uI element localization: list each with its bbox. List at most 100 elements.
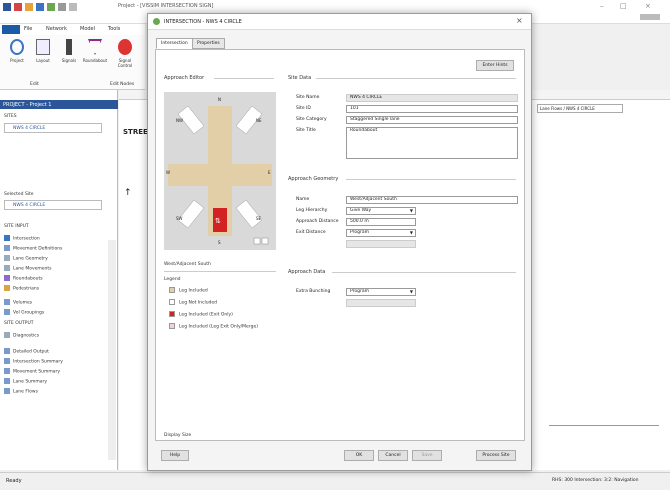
item-label: Vol Groupings — [13, 310, 45, 316]
new-icon[interactable] — [14, 3, 22, 11]
input-item-vol-groupings[interactable]: Vol Groupings — [4, 309, 44, 316]
tab-lane-flows[interactable]: Lane Flows / NWS 4 CIRCLE — [537, 104, 623, 113]
approach-name-field[interactable]: West/Adjacent South — [346, 196, 518, 204]
panel-scrollbar[interactable] — [108, 240, 116, 460]
tab-intersection[interactable]: Intersection — [156, 38, 193, 49]
zoom-out-icon[interactable] — [261, 237, 269, 245]
tab-network[interactable]: Network — [46, 26, 67, 32]
selected-approach-text: West/Adjacent South — [164, 262, 211, 267]
approach-distance-field[interactable]: 500.0 m — [346, 218, 416, 226]
exit-distance-select[interactable]: Program ▼ — [346, 229, 416, 237]
save-button[interactable]: Save — [412, 450, 442, 461]
cancel-button[interactable]: Cancel — [378, 450, 408, 461]
input-item-intersection[interactable]: Intersection — [4, 235, 40, 242]
layout-button[interactable]: Layout — [30, 39, 56, 87]
tab-label-site: NWS 4 CIRCLE — [566, 106, 595, 111]
output-item-lane-flows[interactable]: Lane Flows — [4, 388, 38, 395]
exit-distance-label: Exit Distance — [296, 230, 326, 235]
extra-bunching-select[interactable]: Program ▼ — [346, 288, 416, 296]
site-name-field[interactable]: NWS 4 CIRCLE — [346, 94, 518, 102]
item-label: Lane Summary — [13, 379, 48, 385]
user-icon[interactable] — [640, 14, 660, 20]
process-site-button[interactable]: Process Site — [476, 450, 516, 461]
maximize-icon[interactable]: □ — [620, 2, 627, 10]
customize-icon[interactable] — [69, 3, 77, 11]
detailed-output-icon — [4, 348, 10, 354]
dialog-app-icon — [153, 18, 160, 25]
approach-geometry-label: Approach Geometry — [288, 176, 339, 182]
signals-button[interactable]: Signals — [56, 39, 82, 87]
extra-bunching-label: Extra Bunching — [296, 289, 331, 294]
enter-hints-button[interactable]: Enter Hints — [476, 60, 514, 71]
legend-label: Leg Not Included — [179, 300, 218, 306]
legend-swatch — [169, 311, 175, 317]
open-icon[interactable] — [25, 3, 33, 11]
file-tab[interactable] — [2, 25, 20, 34]
site-category-field[interactable]: Staggered Single lane — [346, 116, 518, 124]
site-output-label: SITE OUTPUT — [4, 321, 34, 326]
input-item-movement-definitions[interactable]: Movement Definitions — [4, 245, 62, 252]
exit-distance-readonly — [346, 240, 416, 248]
ribbon-tabs: File Network Model Tools — [0, 24, 145, 35]
output-item-detailed-output[interactable]: Detailed Output — [4, 348, 49, 355]
help-button[interactable]: Help — [161, 450, 189, 461]
signal-icon — [66, 39, 72, 55]
ok-button[interactable]: OK — [344, 450, 374, 461]
roundabout-button[interactable]: Roundabout — [82, 39, 108, 87]
chevron-down-icon: ▼ — [409, 208, 413, 213]
site-selector[interactable]: NWS 4 CIRCLE — [4, 123, 102, 133]
undo-icon[interactable] — [47, 3, 55, 11]
status-bar: Ready RHS: 300 Intersection: 3:2: Naviga… — [0, 472, 670, 490]
tab-properties[interactable]: Properties — [192, 38, 225, 49]
tab-label: Lane Flows — [540, 106, 563, 111]
leg-hierarchy-select[interactable]: Give Way ▼ — [346, 207, 416, 215]
output-item-movement-summary[interactable]: Movement Summary — [4, 368, 60, 375]
dialog-close-icon[interactable]: × — [516, 16, 523, 25]
close-window-icon[interactable]: × — [645, 2, 651, 10]
divider — [332, 272, 516, 273]
output-item-lane-summary[interactable]: Lane Summary — [4, 378, 47, 385]
legend-swatch — [169, 323, 175, 329]
approach-diagram[interactable]: ⇅ N NE E SE S SW W NW — [164, 92, 276, 250]
divider — [164, 271, 276, 272]
minimize-icon[interactable]: – — [600, 2, 604, 10]
tab-tools[interactable]: Tools — [108, 26, 120, 32]
output-item-intersection-summary[interactable]: Intersection Summary — [4, 358, 63, 365]
save-icon[interactable] — [36, 3, 44, 11]
direction-arrows-icon: ⇅ — [215, 217, 221, 225]
legend-swatch — [169, 287, 175, 293]
selected-site-value: NWS 4 CIRCLE — [13, 203, 46, 208]
tab-file[interactable]: File — [24, 26, 32, 32]
movement-icon — [4, 245, 10, 251]
input-item-roundabouts[interactable]: Roundabouts — [4, 275, 43, 282]
chevron-down-icon: ▼ — [409, 230, 413, 235]
input-item-lane-movements[interactable]: Lane Movements — [4, 265, 52, 272]
site-id-field[interactable]: 101 — [346, 105, 518, 113]
item-label: Pedestrians — [13, 286, 40, 292]
name-label: Name — [296, 197, 310, 202]
project-label: Project — [10, 58, 24, 63]
tab-model[interactable]: Model — [80, 26, 95, 32]
dir-w: W — [166, 170, 170, 175]
zoom-in-icon[interactable] — [253, 237, 261, 245]
selected-site-field[interactable]: NWS 4 CIRCLE — [4, 200, 102, 210]
output-item-diagnostics[interactable]: Diagnostics — [4, 332, 39, 339]
redo-icon[interactable] — [58, 3, 66, 11]
signal-control-button[interactable]: Signal Control — [112, 39, 138, 87]
input-item-pedestrians[interactable]: Pedestrians — [4, 285, 39, 292]
input-item-lane-geometry[interactable]: Lane Geometry — [4, 255, 48, 262]
legend-item-not-included: Leg Not Included — [169, 299, 217, 306]
app-logo-icon — [3, 3, 11, 11]
extra-bunching-readonly — [346, 299, 416, 307]
legend-label: Leg Included (Leg Exit Only/Merge) — [179, 324, 258, 330]
item-label: Roundabouts — [13, 276, 43, 282]
select-value: Give Way — [350, 208, 372, 213]
dir-n: N — [218, 97, 221, 102]
item-label: Detailed Output — [13, 349, 49, 355]
project-button[interactable]: Project — [4, 39, 30, 87]
dir-sw: SW — [176, 216, 183, 221]
input-item-volumes[interactable]: Volumes — [4, 299, 32, 306]
site-input-label: SITE INPUT — [4, 224, 29, 229]
site-title-field[interactable]: Roundabout — [346, 127, 518, 159]
site-title-label: Site Title — [296, 128, 316, 133]
